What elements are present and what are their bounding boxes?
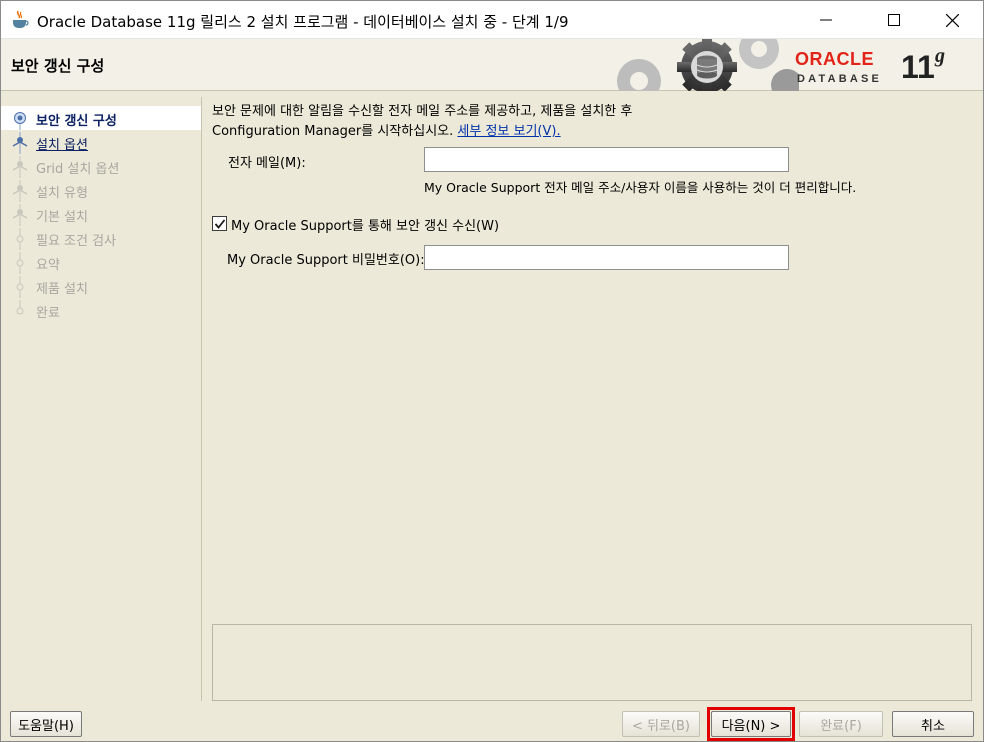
nav-step-label: Grid 설치 옵션 xyxy=(36,162,120,177)
intro-line-2: Configuration Manager를 시작하십시오. 세부 정보 보기(… xyxy=(212,122,632,142)
nav-step-label: 제품 설치 xyxy=(36,282,88,297)
nav-step-label: 기본 설치 xyxy=(36,210,88,225)
maximize-button[interactable] xyxy=(871,1,917,39)
step-figure-icon xyxy=(12,132,28,154)
cancel-button[interactable]: 취소 xyxy=(892,711,974,737)
finish-button[interactable]: 완료(F) xyxy=(799,711,883,737)
security-updates-checkbox[interactable] xyxy=(212,216,227,231)
close-button[interactable] xyxy=(929,1,975,39)
minimize-button[interactable] xyxy=(803,1,849,39)
oracle-database-logo: ORACLE DATABASE 11 g xyxy=(795,45,965,89)
email-hint: My Oracle Support 전자 메일 주소/사용자 이름을 사용하는 … xyxy=(424,180,857,195)
step-dot-icon xyxy=(16,252,24,274)
nav-step-grid-options: Grid 설치 옵션 xyxy=(1,154,201,178)
main-panel: 보안 문제에 대한 알림을 수신할 전자 메일 주소를 제공하고, 제품을 설치… xyxy=(203,97,983,701)
intro-text: 보안 문제에 대한 알림을 수신할 전자 메일 주소를 제공하고, 제품을 설치… xyxy=(212,102,632,142)
intro-line-2-text: Configuration Manager를 시작하십시오. xyxy=(212,124,458,139)
password-label: My Oracle Support 비밀번호(O): xyxy=(227,253,425,268)
help-button[interactable]: 도움말(H) xyxy=(10,711,82,737)
nav-step-label: 요약 xyxy=(36,258,60,273)
nav-step-install-options[interactable]: 설치 옵션 xyxy=(1,130,201,154)
nav-step-basic-install: 기본 설치 xyxy=(1,202,201,226)
nav-step-label: 필요 조건 검사 xyxy=(36,234,117,249)
nav-step-finish: 완료 xyxy=(1,298,201,322)
step-figure-icon xyxy=(12,156,28,178)
current-step-icon xyxy=(14,112,26,130)
java-cup-icon xyxy=(13,10,29,28)
nav-step-summary: 요약 xyxy=(1,250,201,274)
email-label: 전자 메일(M): xyxy=(228,156,306,171)
nav-step-label: 완료 xyxy=(36,306,60,321)
nav-step-security-updates[interactable]: 보안 갱신 구성 xyxy=(1,106,201,130)
nav-step-install-type: 설치 유형 xyxy=(1,178,201,202)
step-dot-icon xyxy=(16,276,24,298)
message-area xyxy=(212,624,972,701)
logo-version-text: 11 xyxy=(901,49,935,85)
maximize-icon xyxy=(888,14,900,26)
nav-step-prereq-checks: 필요 조건 검사 xyxy=(1,226,201,250)
logo-database-text: DATABASE xyxy=(797,73,883,85)
title-bar: Oracle Database 11g 릴리스 2 설치 프로그램 - 데이터베… xyxy=(1,1,983,39)
details-link[interactable]: 세부 정보 보기(V). xyxy=(457,124,560,139)
nav-step-product-install: 제품 설치 xyxy=(1,274,201,298)
nav-step-label: 설치 옵션 xyxy=(36,138,88,153)
gears-graphic-icon xyxy=(617,39,799,91)
intro-line-1: 보안 문제에 대한 알림을 수신할 전자 메일 주소를 제공하고, 제품을 설치… xyxy=(212,104,633,119)
page-header: 보안 갱신 구성 ORACLE DATABASE 11 g xyxy=(1,39,983,91)
step-dot-icon xyxy=(16,300,24,315)
email-input[interactable] xyxy=(424,147,789,172)
logo-version-suffix: g xyxy=(935,45,945,67)
password-input[interactable] xyxy=(424,245,789,270)
installer-window: Oracle Database 11g 릴리스 2 설치 프로그램 - 데이터베… xyxy=(0,0,984,742)
close-icon xyxy=(945,13,959,27)
step-dot-icon xyxy=(16,228,24,250)
security-updates-label[interactable]: My Oracle Support를 통해 보안 갱신 수신(W) xyxy=(231,215,499,234)
step-figure-icon xyxy=(12,180,28,202)
step-navigation: 보안 갱신 구성 설치 옵션 Grid 설치 옵션 설치 유형 기본 설치 필요… xyxy=(1,97,202,701)
checkmark-icon xyxy=(214,219,226,229)
step-figure-icon xyxy=(12,204,28,226)
back-button[interactable]: < 뒤로(B) xyxy=(622,711,700,737)
logo-oracle-text: ORACLE xyxy=(795,49,874,69)
nav-step-label: 보안 갱신 구성 xyxy=(36,114,117,129)
nav-step-label: 설치 유형 xyxy=(36,186,88,201)
window-title: Oracle Database 11g 릴리스 2 설치 프로그램 - 데이터베… xyxy=(37,13,569,31)
minimize-icon xyxy=(820,19,832,21)
page-title: 보안 갱신 구성 xyxy=(11,57,105,75)
next-button-highlight xyxy=(707,707,795,741)
